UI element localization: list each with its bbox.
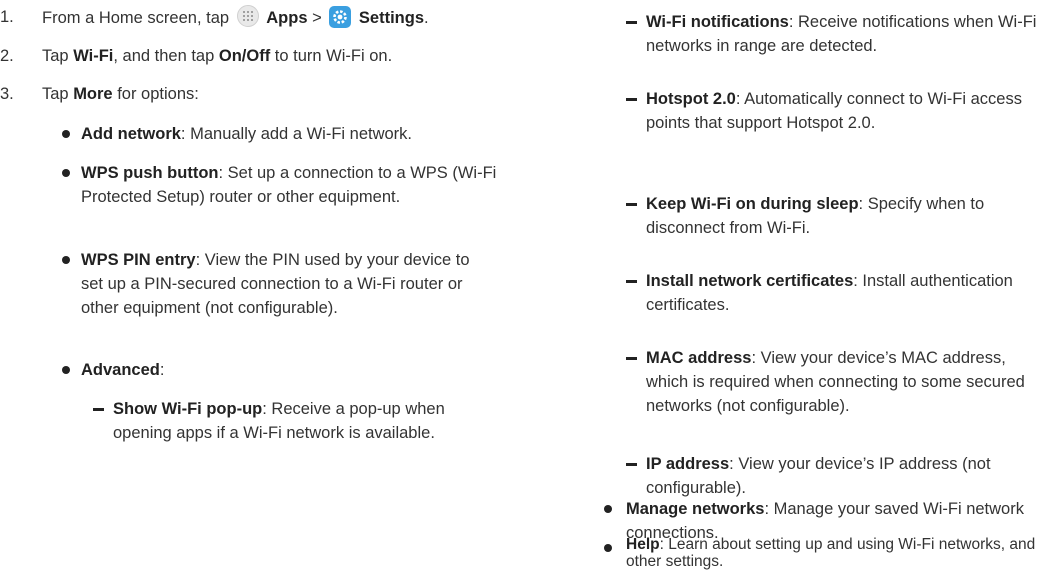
advanced-title: MAC address	[646, 349, 752, 367]
advanced-text: Show Wi-Fi pop-up: Receive a pop-up when…	[113, 397, 498, 445]
dash-marker	[626, 21, 637, 24]
step-text-part: for options:	[112, 85, 199, 103]
step-text-part: Tap	[42, 47, 74, 65]
apps-grid-icon	[236, 5, 259, 27]
bullet-dot	[62, 366, 70, 374]
settings-label: Settings	[358, 9, 424, 27]
option-title: WPS push button	[81, 164, 219, 182]
dash-marker	[626, 357, 637, 360]
apps-label: Apps	[266, 9, 308, 27]
dash-marker	[626, 463, 637, 466]
advanced-text: Install network certificates: Install au…	[646, 269, 1041, 317]
dash-marker	[626, 98, 637, 101]
bullet-dot	[62, 256, 70, 264]
advanced-text: MAC address: View your device’s MAC addr…	[646, 346, 1026, 418]
bullet-dot	[604, 544, 612, 552]
step-text-part: .	[424, 9, 429, 27]
option-title: Help	[626, 536, 660, 553]
step-text-part: to turn Wi-Fi on.	[270, 47, 393, 65]
option-desc: :	[159, 361, 165, 379]
dash-marker	[626, 203, 637, 206]
settings-gear-icon	[329, 6, 352, 28]
advanced-title: IP address	[646, 455, 730, 473]
advanced-text: Hotspot 2.0: Automatically connect to Wi…	[646, 87, 1031, 135]
dash-marker	[93, 408, 104, 411]
step-text: Tap Wi-Fi, and then tap On/Off to turn W…	[42, 44, 392, 68]
step-text-part: , and then tap	[113, 47, 219, 65]
option-desc: : Manually add a Wi-Fi network.	[180, 125, 413, 143]
step-number: 3.	[0, 85, 14, 103]
bullet-dot	[62, 130, 70, 138]
on-off-label: On/Off	[218, 47, 271, 65]
step-text: Tap More for options:	[42, 82, 199, 106]
option-text: Add network: Manually add a Wi-Fi networ…	[81, 122, 511, 146]
more-label: More	[73, 85, 113, 103]
wifi-label: Wi-Fi	[73, 47, 114, 65]
option-title: WPS PIN entry	[81, 251, 196, 269]
option-text: WPS push button: Set up a connection to …	[81, 161, 511, 209]
option-text: Advanced:	[81, 358, 501, 382]
advanced-title: Hotspot 2.0	[646, 90, 736, 108]
advanced-title: Show Wi-Fi pop-up	[113, 400, 263, 418]
bullet-dot	[604, 505, 612, 513]
advanced-text: Keep Wi-Fi on during sleep: Specify when…	[646, 192, 1063, 240]
option-text: WPS PIN entry: View the PIN used by your…	[81, 248, 496, 320]
advanced-title: Wi-Fi notifications	[646, 13, 789, 31]
bullet-dot	[62, 169, 70, 177]
step-separator: >	[307, 9, 327, 27]
option-desc: : Learn about setting up and using Wi-Fi…	[626, 536, 1036, 570]
step-text-part: Tap	[42, 85, 74, 103]
step-text-part: From a Home screen, tap	[42, 9, 234, 27]
option-title: Advanced	[81, 361, 160, 379]
option-text: Help: Learn about setting up and using W…	[626, 536, 1056, 570]
step-text: From a Home screen, tap Apps > Settings.	[42, 5, 429, 30]
advanced-text: IP address: View your device’s IP addres…	[646, 452, 1063, 500]
advanced-title: Keep Wi-Fi on during sleep	[646, 195, 859, 213]
option-title: Manage networks	[626, 500, 765, 518]
advanced-title: Install network certificates	[646, 272, 854, 290]
dash-marker	[626, 280, 637, 283]
step-number: 1.	[0, 8, 14, 26]
option-title: Add network	[81, 125, 181, 143]
advanced-text: Wi-Fi notifications: Receive notificatio…	[646, 10, 1063, 58]
step-number: 2.	[0, 47, 14, 65]
